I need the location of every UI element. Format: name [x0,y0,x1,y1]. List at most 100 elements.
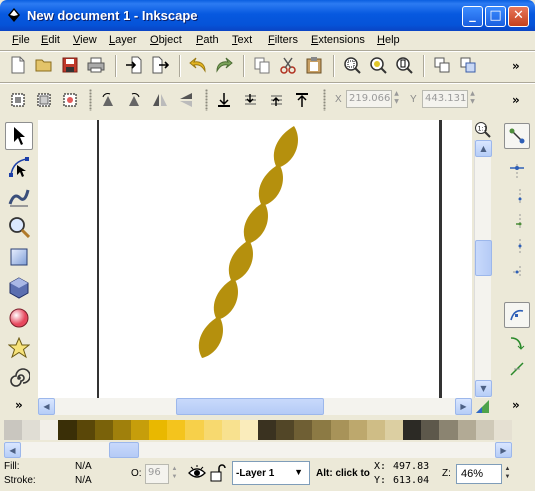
open-button[interactable] [33,54,55,76]
controls-overflow-button[interactable]: » [512,93,520,107]
palette-scrollbar[interactable]: ◀ ▶ [4,442,512,458]
scroll-down-button[interactable]: ▼ [475,380,492,397]
rectangle-tool[interactable] [5,243,33,271]
import-button[interactable] [123,54,145,76]
palette-swatch[interactable] [403,420,422,440]
zoom-tool[interactable] [5,213,33,241]
scroll-left-button[interactable]: ◀ [38,398,55,415]
palette-scroll-thumb[interactable] [109,442,139,458]
toggle-layer-lock-button[interactable] [210,464,226,482]
save-button[interactable] [59,54,81,76]
snap-centers-button[interactable] [504,258,530,284]
raise-to-top-button[interactable] [291,89,313,111]
commands-overflow-button[interactable]: » [512,59,520,73]
spiral-tool[interactable] [5,364,33,392]
palette-swatch[interactable] [457,420,476,440]
leaf-shape[interactable] [273,126,298,168]
palette-swatch[interactable] [76,420,95,440]
menu-text[interactable]: Text [232,34,252,46]
menu-file[interactable]: File [12,34,30,46]
ellipse-tool[interactable] [5,304,33,332]
zoom-corner-button[interactable]: 1:1 [474,121,491,138]
zoom-spinner[interactable]: ▲ ▼ [503,465,512,483]
snap-bbox-edges-button[interactable] [504,183,530,209]
snap-overflow-button[interactable]: » [512,398,520,412]
cut-button[interactable] [277,54,299,76]
close-button[interactable]: ✕ [508,6,529,27]
color-manage-toggle[interactable] [474,398,491,415]
flip-horizontal-button[interactable] [149,89,171,111]
leaf-shape[interactable] [228,240,253,282]
undo-button[interactable] [187,54,209,76]
palette-swatch[interactable] [40,420,59,440]
toolbox-overflow-button[interactable]: » [15,398,23,412]
rotate-cw-button[interactable] [123,89,145,111]
menu-path[interactable]: Path [196,34,219,46]
snap-bbox-button[interactable] [504,158,530,184]
palette-swatch[interactable] [130,420,150,440]
palette-scroll-left-button[interactable]: ◀ [4,442,21,458]
leaf-shape[interactable] [258,164,283,206]
snap-intersections-button[interactable] [504,356,530,382]
selector-tool[interactable] [5,122,33,150]
palette-swatch[interactable] [439,420,458,440]
snap-midpoints-button[interactable] [504,233,530,259]
lower-button[interactable] [239,89,261,111]
palette-swatch[interactable] [257,420,277,440]
menu-filters[interactable]: Filters [268,34,298,46]
y-coordinate-input[interactable]: 443.131 [422,90,468,108]
select-all-button[interactable] [7,89,29,111]
palette-swatch[interactable] [185,420,204,440]
clone-button[interactable] [457,54,479,76]
zoom-input[interactable]: 46% [456,464,502,484]
snap-paths-button[interactable] [504,330,530,356]
snap-bbox-corners-button[interactable] [504,208,530,234]
paste-button[interactable] [303,54,325,76]
menu-edit[interactable]: Edit [41,34,60,46]
vertical-scroll-thumb[interactable] [475,240,492,276]
scroll-up-button[interactable]: ▲ [475,140,492,157]
flip-vertical-button[interactable] [175,89,197,111]
deselect-button[interactable] [59,89,81,111]
menu-object[interactable]: Object [150,34,182,46]
3d-box-tool[interactable] [5,274,33,302]
palette-scroll-right-button[interactable]: ▶ [495,442,512,458]
palette-swatch[interactable] [203,420,222,440]
palette-swatch[interactable] [4,420,23,440]
leaf-chain-drawing[interactable] [198,126,298,358]
palette-swatch[interactable] [294,420,313,440]
palette-swatch[interactable] [94,420,113,440]
zoom-page-button[interactable] [393,54,415,76]
x-spinner[interactable]: ▲ ▼ [392,90,401,108]
snap-nodes-button[interactable] [504,302,530,328]
node-tool[interactable] [5,153,33,181]
palette-swatch[interactable] [475,420,494,440]
palette-swatch[interactable] [112,420,131,440]
lower-to-bottom-button[interactable] [213,89,235,111]
menu-extensions[interactable]: Extensions [311,34,365,46]
palette-swatch[interactable] [421,420,440,440]
palette-swatch[interactable] [276,420,295,440]
opacity-spinner[interactable]: ▲ ▼ [170,465,179,483]
duplicate-button[interactable] [431,54,453,76]
menu-layer[interactable]: Layer [109,34,137,46]
stroke-indicator[interactable]: N/A [75,475,92,486]
star-tool[interactable] [5,334,33,362]
palette-swatch[interactable] [366,420,385,440]
scroll-right-button[interactable]: ▶ [455,398,472,415]
toggle-layer-visibility-button[interactable] [188,464,206,482]
palette-swatch[interactable] [221,420,240,440]
current-layer-select[interactable]: -Layer 1 ▼ [232,461,310,485]
horizontal-scroll-thumb[interactable] [176,398,324,415]
zoom-selection-button[interactable] [341,54,363,76]
palette-swatch[interactable] [58,420,77,440]
y-spinner[interactable]: ▲ ▼ [468,90,477,108]
palette-swatch[interactable] [330,420,349,440]
palette-swatch[interactable] [348,420,367,440]
palette-swatch[interactable] [239,420,258,440]
leaf-shape[interactable] [198,316,223,358]
select-all-layers-button[interactable] [33,89,55,111]
opacity-input[interactable]: 96 [145,464,169,484]
fill-indicator[interactable]: N/A [75,461,92,472]
rotate-ccw-button[interactable] [97,89,119,111]
